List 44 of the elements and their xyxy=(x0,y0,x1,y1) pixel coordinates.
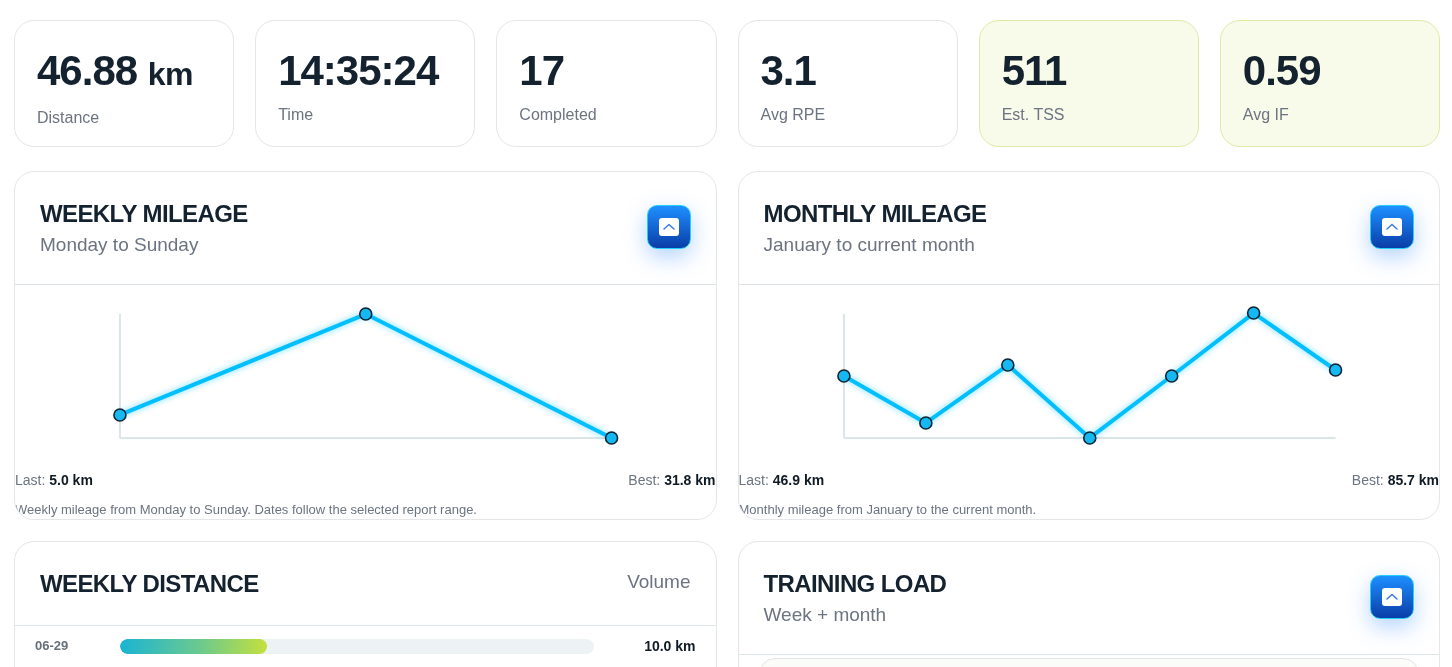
data-point xyxy=(1000,358,1015,372)
last-value-text: Last: 5.0 km xyxy=(15,471,93,490)
chevron-up-icon xyxy=(1382,588,1402,606)
distance-value: 10.0 km xyxy=(643,637,696,656)
chevron-up-icon xyxy=(1382,218,1402,236)
collapse-button[interactable] xyxy=(646,205,691,249)
best-value-text: Best: 31.8 km xyxy=(628,471,716,490)
last-value-text: Last: 46.9 km xyxy=(738,471,825,490)
stat-label: Time xyxy=(278,105,315,125)
stat-value: 14:35:24 xyxy=(278,49,440,93)
chart-caption: Weekly mileage from Monday to Sunday. Dates follow the selected report range. xyxy=(15,501,478,519)
best-value-text: Best: 85.7 km xyxy=(1351,471,1439,490)
data-point xyxy=(358,307,373,321)
week-label: 06-29 xyxy=(35,637,70,655)
card-subtitle: Week + month xyxy=(763,603,888,627)
stat-value: 3.1 xyxy=(760,49,817,93)
chart-caption: Monthly mileage from January to the current month. xyxy=(738,501,1038,519)
data-point xyxy=(918,416,933,430)
stat-value: 0.59 xyxy=(1242,49,1322,93)
data-point xyxy=(1082,431,1097,445)
chevron-up-icon xyxy=(658,218,679,236)
data-point xyxy=(604,431,619,445)
volume-label: Volume xyxy=(627,569,691,594)
stat-label: Avg IF xyxy=(1242,105,1290,125)
data-point xyxy=(836,369,851,383)
stat-label: Completed xyxy=(519,105,598,125)
data-point xyxy=(1164,369,1178,383)
stat-value: 511 xyxy=(1001,49,1068,93)
card-subtitle: January to current month xyxy=(763,233,976,257)
collapse-button[interactable] xyxy=(1370,205,1414,249)
card-title: WEEKLY DISTANCE xyxy=(40,568,259,599)
data-point xyxy=(1328,363,1342,377)
stat-value: 17 xyxy=(519,49,566,93)
stat-label: Est. TSS xyxy=(1001,105,1066,125)
stat-value: 46.88 km xyxy=(37,49,195,96)
card-title: WEEKLY MILEAGE xyxy=(40,199,248,229)
stat-label: Avg RPE xyxy=(760,105,827,125)
card-subtitle: Monday to Sunday xyxy=(40,233,200,257)
card-title: TRAINING LOAD xyxy=(763,569,947,599)
collapse-button[interactable] xyxy=(1370,575,1414,619)
data-point xyxy=(113,408,127,422)
stat-label: Distance xyxy=(37,108,101,128)
data-point xyxy=(1246,306,1260,320)
card-title: MONTHLY MILEAGE xyxy=(763,199,987,229)
